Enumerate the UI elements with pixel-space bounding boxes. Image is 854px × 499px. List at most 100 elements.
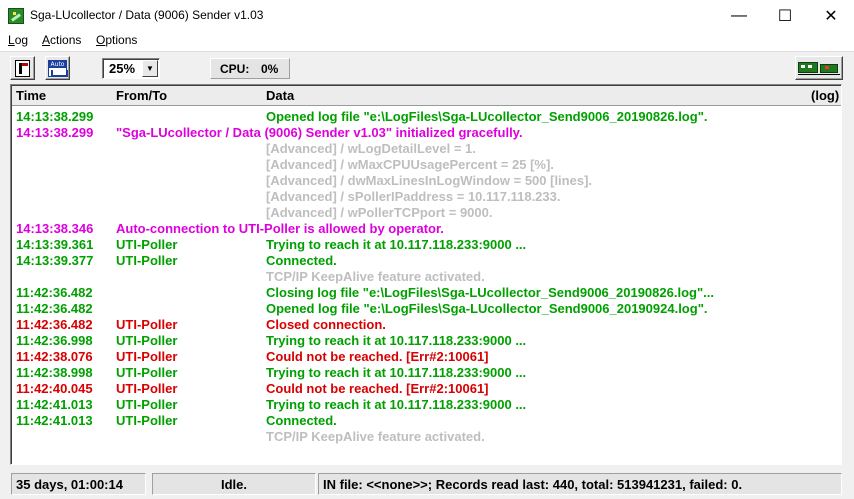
cpu-label: CPU:	[220, 62, 250, 76]
log-row[interactable]: 11:42:36.482 UTI-Poller Closed connection.	[12, 316, 841, 332]
log-row[interactable]: 11:42:40.045 UTI-Poller Could not be reach…	[12, 380, 841, 396]
log-data: [Advanced] / dwMaxLinesInLogWindow = 500…	[266, 173, 593, 188]
log-row[interactable]: 14:13:39.377 UTI-Poller Connected.	[12, 252, 841, 268]
log-data: Trying to reach it at 10.117.118.233:900…	[266, 397, 527, 412]
log-row[interactable]: [Advanced] / sPollerIPaddress = 10.117.1…	[12, 188, 841, 204]
log-row[interactable]: 11:42:36.482 Closing log file "e:\LogFile…	[12, 284, 841, 300]
log-list[interactable]: Time From/To Data (log) 14:13:38.299 Open…	[10, 84, 842, 465]
log-from-to: UTI-Poller	[116, 253, 178, 268]
log-time: 11:42:36.482	[16, 301, 93, 316]
log-data: Opened log file "e:\LogFiles\Sga-LUcolle…	[266, 109, 708, 124]
chevron-down-icon[interactable]: ▼	[142, 60, 158, 77]
log-row[interactable]: 11:42:41.013 UTI-Poller Connected.	[12, 412, 841, 428]
cpu-value: 0%	[261, 62, 279, 76]
state-text: Idle.	[220, 477, 247, 492]
log-time: 11:42:36.998	[16, 333, 93, 348]
log-row[interactable]: [Advanced] / wLogDetailLevel = 1.	[12, 140, 841, 156]
minimize-button[interactable]: —	[716, 0, 762, 31]
log-from-to: UTI-Poller	[116, 365, 178, 380]
log-data: Trying to reach it at 10.117.118.233:900…	[266, 237, 527, 252]
log-time: 11:42:38.076	[16, 349, 93, 364]
log-rows: 14:13:38.299 Opened log file "e:\LogFiles…	[12, 108, 841, 444]
log-time: 11:42:36.482	[16, 285, 93, 300]
auto-connect-icon	[48, 59, 68, 77]
log-row[interactable]: 11:42:38.076 UTI-Poller Could not be reach…	[12, 348, 841, 364]
log-time: 11:42:41.013	[16, 413, 93, 428]
column-header-data[interactable]: Data	[266, 88, 294, 103]
log-data: Trying to reach it at 10.117.118.233:900…	[266, 365, 527, 380]
log-data: Connected.	[266, 413, 337, 428]
menu-bar: Log Actions Options	[0, 31, 854, 51]
log-data: TCP/IP KeepAlive feature activated.	[266, 269, 485, 284]
log-time: 11:42:36.482	[16, 317, 93, 332]
column-header-time[interactable]: Time	[16, 88, 46, 103]
log-time: 11:42:40.045	[16, 381, 93, 396]
window-title: Sga-LUcollector / Data (9006) Sender v1.…	[30, 8, 264, 22]
log-data: [Advanced] / wMaxCPUUsagePercent = 25 [%…	[266, 157, 554, 172]
auto-connect-button[interactable]	[45, 56, 70, 80]
close-button[interactable]: ✕	[808, 0, 854, 31]
cpu-limit-value: 25%	[109, 61, 136, 76]
log-time: 11:42:38.998	[16, 365, 93, 380]
log-data: [Advanced] / wPollerTCPport = 9000.	[266, 205, 493, 220]
log-row[interactable]: TCP/IP KeepAlive feature activated.	[12, 268, 841, 284]
log-data: Connected.	[266, 253, 337, 268]
log-data: Could not be reached. [Err#2:10061]	[266, 349, 489, 364]
maximize-button[interactable]: ☐	[762, 0, 808, 31]
log-message: "Sga-LUcollector / Data (9006) Sender v1…	[116, 125, 523, 140]
log-row[interactable]: 11:42:36.998 UTI-Poller Trying to reach it…	[12, 332, 841, 348]
log-from-to: UTI-Poller	[116, 333, 178, 348]
log-header: Time From/To Data (log)	[12, 86, 841, 106]
log-row[interactable]: 11:42:41.013 UTI-Poller Trying to reach it…	[12, 396, 841, 412]
toolbar: 25% ▼ CPU: 0%	[0, 51, 854, 84]
log-data: [Advanced] / wLogDetailLevel = 1.	[266, 141, 476, 156]
log-from-to: UTI-Poller	[116, 397, 178, 412]
log-data: Trying to reach it at 10.117.118.233:900…	[266, 333, 527, 348]
menu-options[interactable]: Options	[96, 33, 137, 47]
title-bar[interactable]: Sga-LUcollector / Data (9006) Sender v1.…	[0, 0, 854, 31]
log-time: 14:13:38.299	[16, 125, 94, 140]
log-time: 11:42:41.013	[16, 397, 93, 412]
log-row[interactable]: 14:13:39.361 UTI-Poller Trying to reach it…	[12, 236, 841, 252]
log-from-to: UTI-Poller	[116, 413, 178, 428]
log-time: 14:13:39.377	[16, 253, 94, 268]
log-data: [Advanced] / sPollerIPaddress = 10.117.1…	[266, 189, 561, 204]
train-icon	[798, 61, 840, 75]
app-icon[interactable]	[8, 8, 24, 24]
log-data: Could not be reached. [Err#2:10061]	[266, 381, 489, 396]
menu-log[interactable]: Log	[8, 33, 28, 47]
column-header-log[interactable]: (log)	[811, 88, 839, 103]
log-row[interactable]: [Advanced] / dwMaxLinesInLogWindow = 500…	[12, 172, 841, 188]
log-time: 14:13:38.299	[16, 109, 94, 124]
connection-status-button[interactable]	[795, 56, 843, 80]
cpu-limit-select[interactable]: 25% ▼	[102, 58, 160, 79]
log-message: Auto-connection to UTI-Poller is allowed…	[116, 221, 444, 236]
log-data: TCP/IP KeepAlive feature activated.	[266, 429, 485, 444]
cpu-usage-panel: CPU: 0%	[210, 58, 290, 79]
status-bar: 35 days, 01:00:14 Idle. IN file: <<none>…	[0, 470, 854, 499]
log-row[interactable]: [Advanced] / wPollerTCPport = 9000.	[12, 204, 841, 220]
log-row[interactable]: 14:13:38.346 Auto-connection to UTI-Polle…	[12, 220, 841, 236]
file-info-panel: IN file: <<none>>; Records read last: 44…	[318, 473, 842, 495]
log-data: Closed connection.	[266, 317, 386, 332]
log-row[interactable]: 14:13:38.299 Opened log file "e:\LogFiles…	[12, 108, 841, 124]
menu-actions[interactable]: Actions	[42, 33, 81, 47]
column-header-from-to[interactable]: From/To	[116, 88, 167, 103]
log-data: Closing log file "e:\LogFiles\Sga-LUcoll…	[266, 285, 714, 300]
file-info-text: IN file: <<none>>; Records read last: 44…	[323, 477, 743, 492]
log-row[interactable]: 14:13:38.299 "Sga-LUcollector / Data (900…	[12, 124, 841, 140]
log-from-to: UTI-Poller	[116, 237, 178, 252]
log-data: Opened log file "e:\LogFiles\Sga-LUcolle…	[266, 301, 708, 316]
uptime-text: 35 days, 01:00:14	[16, 477, 123, 492]
open-log-file-button[interactable]	[10, 56, 35, 80]
log-file-icon	[15, 59, 30, 77]
log-from-to: UTI-Poller	[116, 317, 178, 332]
log-row[interactable]: 11:42:38.998 UTI-Poller Trying to reach it…	[12, 364, 841, 380]
log-row[interactable]: TCP/IP KeepAlive feature activated.	[12, 428, 841, 444]
log-time: 14:13:39.361	[16, 237, 94, 252]
log-row[interactable]: [Advanced] / wMaxCPUUsagePercent = 25 [%…	[12, 156, 841, 172]
state-panel: Idle.	[152, 473, 316, 495]
uptime-panel: 35 days, 01:00:14	[11, 473, 146, 495]
log-row[interactable]: 11:42:36.482 Opened log file "e:\LogFiles…	[12, 300, 841, 316]
log-time: 14:13:38.346	[16, 221, 94, 236]
